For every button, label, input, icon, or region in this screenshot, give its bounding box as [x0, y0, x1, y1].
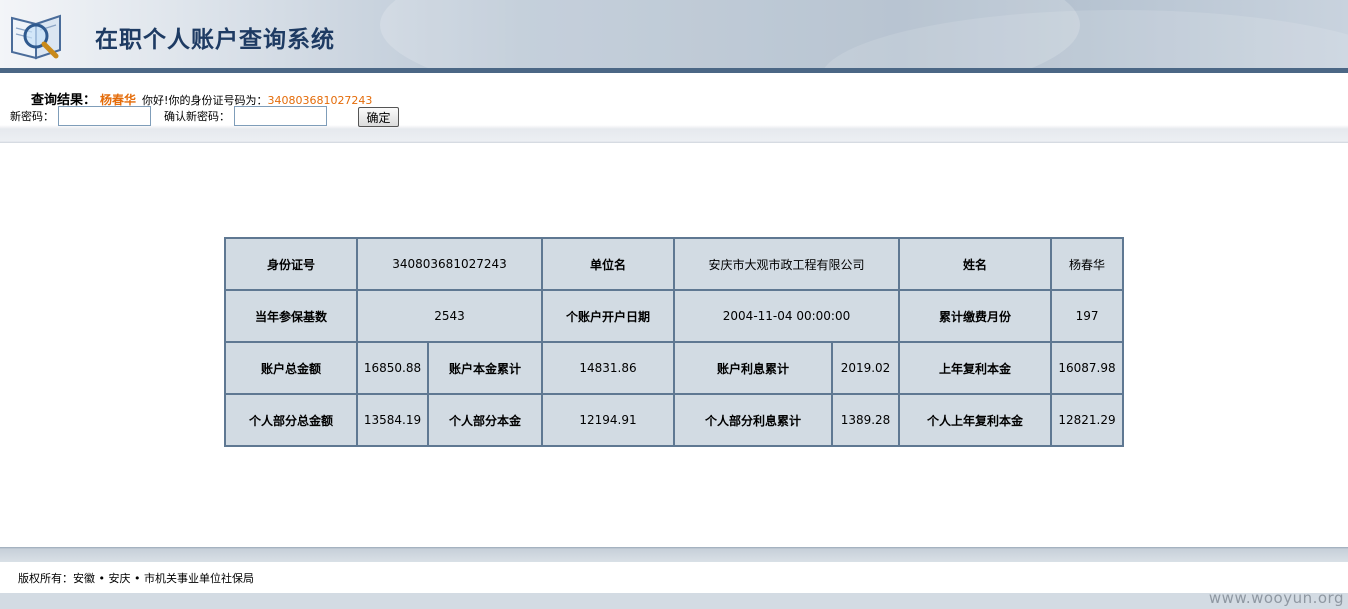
table-cell: 安庆市大观市政工程有限公司	[672, 237, 901, 291]
page-title: 在职个人账户查询系统	[95, 27, 335, 53]
table-cell: 1389.28	[830, 393, 901, 447]
table-cell: 个账户开户日期	[541, 289, 675, 343]
table-cell: 16850.88	[356, 341, 429, 395]
table-cell: 上年复利本金	[898, 341, 1053, 395]
table-cell: 身份证号	[224, 237, 358, 291]
table-cell: 2004-11-04 00:00:00	[672, 289, 901, 343]
password-form: 新密码： 确认新密码：	[10, 106, 327, 126]
table-cell: 12194.91	[541, 393, 675, 447]
account-table: 身份证号 340803681027243 单位名 安庆市大观市政工程有限公司 姓…	[224, 237, 1125, 447]
table-cell: 197	[1050, 289, 1125, 343]
table-cell: 个人部分本金	[427, 393, 543, 447]
table-cell: 340803681027243	[356, 237, 543, 291]
footer-divider	[0, 547, 1348, 562]
user-name: 杨春华	[100, 93, 137, 107]
header-banner: 在职个人账户查询系统	[0, 0, 1348, 70]
table-cell: 个人上年复利本金	[898, 393, 1053, 447]
table-cell: 当年参保基数	[224, 289, 358, 343]
confirm-password-field[interactable]	[233, 106, 327, 126]
table-cell: 账户利息累计	[673, 341, 833, 395]
confirm-password-label: 确认新密码：	[164, 110, 230, 123]
table-cell: 单位名	[541, 237, 675, 291]
watermark-text: www.wooyun.org	[1208, 589, 1344, 607]
table-row: 身份证号 340803681027243 单位名 安庆市大观市政工程有限公司 姓…	[224, 237, 1125, 291]
table-cell: 个人部分总金额	[224, 393, 358, 447]
confirm-button[interactable]: 确定	[358, 107, 399, 127]
footer-copyright: 版权所有：安徽 • 安庆 • 市机关事业单位社保局	[18, 572, 254, 585]
table-row: 个人部分总金额 13584.19 个人部分本金 12194.91 个人部分利息累…	[224, 393, 1125, 447]
table-cell: 16087.98	[1050, 341, 1125, 395]
query-bar: 查询结果： 杨春华 你好!你的身份证号码为：340803681027243 新密码：…	[0, 73, 1348, 143]
table-cell: 14831.86	[541, 341, 675, 395]
table-cell: 个人部分利息累计	[673, 393, 833, 447]
table-cell: 12821.29	[1050, 393, 1125, 447]
table-row: 账户总金额 16850.88 账户本金累计 14831.86 账户利息累计 20…	[224, 341, 1125, 395]
table-cell: 姓名	[898, 237, 1053, 291]
new-password-label: 新密码：	[10, 110, 54, 123]
table-cell: 累计缴费月份	[898, 289, 1053, 343]
table-cell: 账户总金额	[224, 341, 358, 395]
table-cell: 账户本金累计	[427, 341, 543, 395]
table-cell: 2019.02	[830, 341, 901, 395]
table-cell: 杨春华	[1050, 237, 1125, 291]
magnifier-book-icon	[11, 14, 61, 60]
new-password-field[interactable]	[57, 106, 151, 126]
footer-bar	[0, 593, 1348, 609]
table-cell: 2543	[356, 289, 543, 343]
table-row: 当年参保基数 2543 个账户开户日期 2004-11-04 00:00:00 …	[224, 289, 1125, 343]
table-cell: 13584.19	[356, 393, 429, 447]
